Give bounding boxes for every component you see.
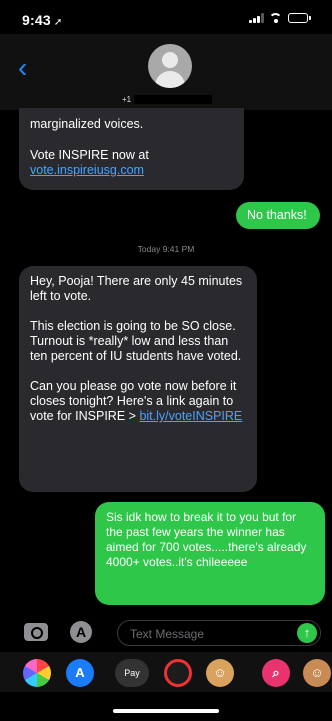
location-icon: ➚ [53, 17, 63, 28]
message-text: Can you please go vote now before it clo… [30, 379, 246, 424]
message-text: Sis idk how to break it to you but for t… [106, 510, 307, 569]
composer: A ↑ [0, 615, 332, 653]
app-store-icon[interactable]: A [70, 621, 92, 643]
message-input-field[interactable]: ↑ [117, 620, 321, 646]
contact-avatar[interactable] [148, 44, 192, 88]
send-arrow-icon[interactable]: ↑ [297, 623, 317, 643]
outgoing-message: No thanks! [236, 202, 320, 229]
back-chevron-icon[interactable]: ‹ [18, 54, 27, 82]
contact-prefix: +1 [122, 95, 132, 104]
incoming-message: Hey, Pooja! There are only 45 minutes le… [19, 266, 257, 492]
wifi-icon [269, 13, 282, 23]
search-images-app-icon[interactable]: ⌕ [262, 659, 290, 687]
incoming-message: marginalized voices. Vote INSPIRE now at… [19, 108, 244, 190]
signal-icon [249, 13, 264, 23]
home-indicator[interactable] [113, 709, 219, 713]
message-text: Vote INSPIRE now at [30, 148, 149, 162]
status-bar: 9:43 ➚ [0, 0, 332, 34]
message-link[interactable]: vote.inspireiusg.com [30, 163, 233, 178]
apple-pay-app-icon[interactable]: Pay [115, 659, 149, 687]
memoji-sticker-app-icon[interactable]: ☺ [303, 659, 331, 687]
clock: 9:43 ➚ [22, 12, 62, 28]
outgoing-message: Sis idk how to break it to you but for t… [95, 502, 325, 605]
conversation-header: ‹ +1 [0, 34, 332, 110]
timestamp: Today 9:41 PM [137, 244, 195, 254]
battery-icon [288, 13, 311, 23]
message-text: marginalized voices. [30, 117, 144, 131]
app-store-app-icon[interactable]: A [66, 659, 94, 687]
camera-icon[interactable] [24, 623, 48, 641]
status-icons [249, 13, 311, 23]
apple-pay-label: Pay [124, 668, 140, 678]
message-link[interactable]: bit.ly/voteINSPIRE [139, 409, 242, 423]
app-drawer: A Pay ☺ ⌕ ☺ [0, 652, 332, 692]
photos-app-icon[interactable] [23, 659, 51, 687]
message-text: Hey, Pooja! There are only 45 minutes le… [30, 274, 243, 303]
clock-text: 9:43 [22, 12, 51, 28]
message-text: No thanks! [247, 208, 307, 222]
contact-number[interactable]: +1 [122, 95, 213, 104]
memoji-app-icon[interactable]: ☺ [206, 659, 234, 687]
message-text: This election is going to be SO close. T… [30, 319, 242, 363]
message-input[interactable] [128, 626, 292, 642]
redaction-bar [134, 95, 213, 104]
activity-app-icon[interactable] [164, 659, 192, 687]
